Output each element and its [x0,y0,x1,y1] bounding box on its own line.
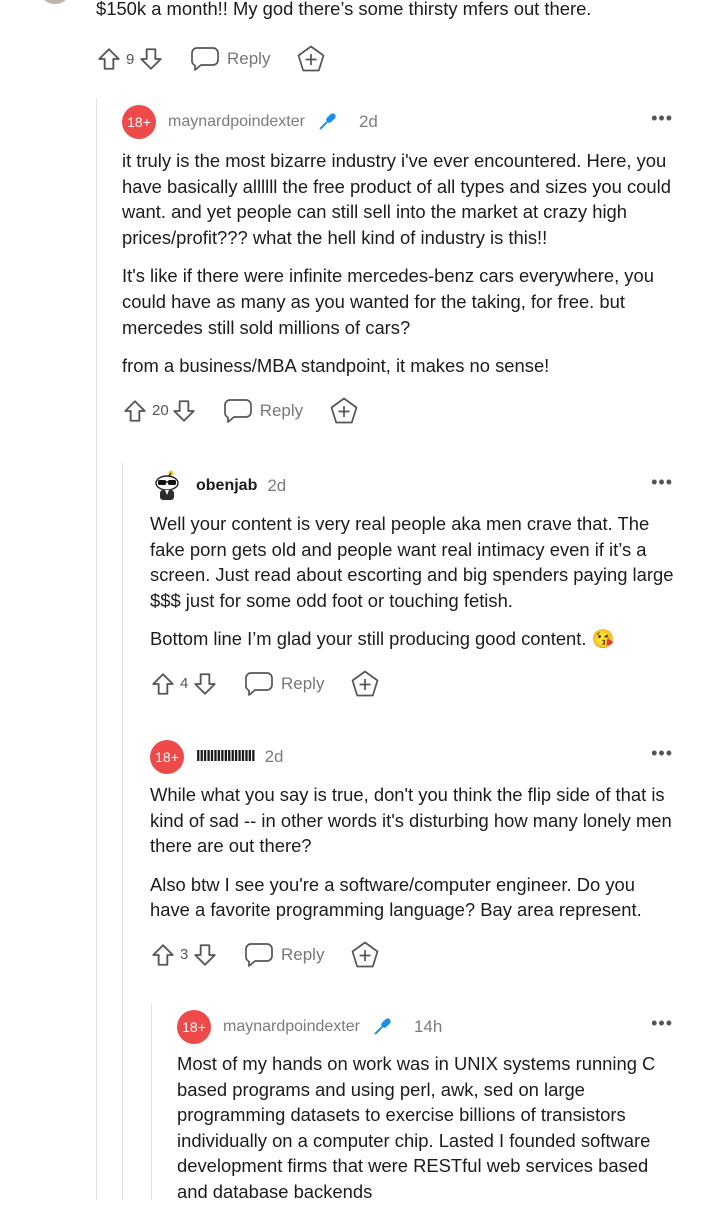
comment-header: 18+ maynardpoindexter 2d ••• [122,104,705,140]
comment-actions: 9 Reply [96,39,326,79]
upvote-arrow-icon[interactable] [150,671,176,697]
reply-button[interactable]: Reply [223,397,303,425]
more-options-icon[interactable]: ••• [651,743,673,764]
comment-header: obenjab 2d ••• [150,468,705,504]
comment-body: Most of my hands on work was in UNIX sys… [177,1051,705,1205]
reply-label: Reply [281,944,325,964]
reply-label: Reply [259,400,304,420]
comment-actions: 4 Reply [150,664,705,704]
upvote-arrow-icon[interactable] [122,398,148,424]
avatar[interactable]: 18+ [177,1010,211,1044]
comment-paragraph: It's like if there were infinite mercede… [122,265,654,338]
comment-paragraph: from a business/MBA standpoint, it makes… [122,355,550,377]
avatar[interactable]: 18+ [122,105,156,139]
comment-actions: 3 Reply [150,935,705,975]
comment: 18+ maynardpoindexter 2d ••• it truly is… [122,104,705,431]
microphone-icon [315,109,341,135]
comment-header: 18+ maynardpoindexter 14h ••• [177,1009,705,1045]
comment-body: While what you say is true, don't you th… [150,782,705,923]
vote-count: 4 [180,675,189,693]
plus-pentagon-icon[interactable] [350,940,380,970]
more-options-icon[interactable]: ••• [651,1013,673,1034]
comment: obenjab 2d ••• Well your content is very… [150,468,705,704]
comment-text: $150k a month!! My god there’s some thir… [96,0,592,19]
vote-count: 20 [152,402,169,420]
comment-actions: 20 Reply [122,391,705,431]
comment: 18+ IIIIIIIIIIIIIIIII 2d ••• While what … [150,739,705,975]
avatar[interactable]: 18+ [150,740,184,774]
more-options-icon[interactable]: ••• [651,472,673,493]
downvote-arrow-icon[interactable] [138,46,164,72]
vote-count: 3 [180,946,189,964]
snoo-avatar-icon[interactable] [150,469,184,503]
comment-paragraph: Most of my hands on work was in UNIX sys… [177,1053,656,1202]
plus-pentagon-icon[interactable] [350,669,380,699]
thread-line-level-1 [96,98,97,1200]
reply-label: Reply [227,49,271,68]
username[interactable]: IIIIIIIIIIIIIIIII [196,748,256,766]
comment-header: 18+ IIIIIIIIIIIIIIIII 2d ••• [150,739,705,775]
more-options-icon[interactable]: ••• [651,108,673,129]
plus-pentagon-icon[interactable] [296,44,326,74]
reply-button[interactable]: Reply [244,670,324,698]
username[interactable]: maynardpoindexter [168,113,305,131]
upvote-arrow-icon[interactable] [96,46,122,72]
speech-bubble-icon [244,941,274,969]
comment-paragraph: Also btw I see you're a software/compute… [150,873,642,921]
comment-paragraph: it truly is the most bizarre industry i'… [122,150,671,248]
avatar[interactable] [38,0,72,4]
username[interactable]: maynardpoindexter [223,1018,360,1036]
upvote-arrow-icon[interactable] [150,942,176,968]
comment-body: it truly is the most bizarre industry i'… [122,148,705,379]
comment-paragraph: Bottom line I’m glad your still producin… [150,628,615,650]
plus-pentagon-icon[interactable] [329,396,359,426]
reply-label: Reply [281,673,325,693]
comment: 18+ maynardpoindexter 14h ••• Most of my… [177,1009,705,1218]
timestamp: 2d [264,747,284,766]
thread-line-level-2 [122,462,123,1200]
downvote-arrow-icon[interactable] [192,942,218,968]
comment-paragraph: Well your content is very real people ak… [150,513,674,611]
comment-body: Well your content is very real people ak… [150,511,705,652]
speech-bubble-icon [223,397,253,425]
microphone-icon [370,1014,396,1040]
thread-line-level-3 [151,1003,152,1200]
speech-bubble-icon [244,670,274,698]
downvote-arrow-icon[interactable] [192,671,218,697]
downvote-arrow-icon[interactable] [171,398,197,424]
username[interactable]: obenjab [196,477,257,495]
reply-button[interactable]: Reply [190,45,270,73]
speech-bubble-icon [190,45,220,73]
timestamp: 14h [413,1017,443,1036]
timestamp: 2d [358,112,378,131]
vote-count: 9 [126,50,135,68]
comment-paragraph: While what you say is true, don't you th… [150,784,672,857]
reply-button[interactable]: Reply [244,941,324,969]
timestamp: 2d [267,476,287,495]
